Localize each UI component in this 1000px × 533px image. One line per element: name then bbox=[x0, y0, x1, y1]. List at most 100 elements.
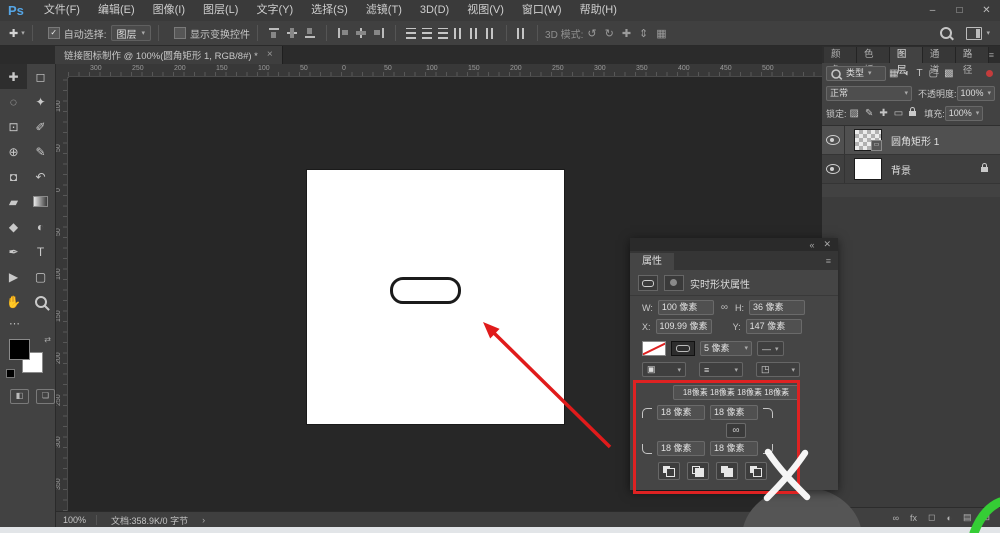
filter-pixel-layers-icon[interactable]: ▦ bbox=[889, 68, 898, 79]
auto-select-checkbox[interactable]: ✓ bbox=[48, 27, 60, 39]
move-tool-preset-icon[interactable]: ✚ bbox=[9, 27, 18, 40]
layer-mask-icon[interactable]: ◻ bbox=[928, 512, 935, 523]
zoom-level[interactable]: 100% bbox=[55, 515, 97, 525]
collapse-panel-icon[interactable]: « bbox=[809, 240, 814, 250]
layer-thumbnail[interactable] bbox=[854, 158, 882, 180]
crop-tool[interactable]: ⊡ bbox=[0, 114, 27, 139]
lock-position-icon[interactable]: ✚ bbox=[879, 108, 887, 119]
align-vertical-center-icon[interactable] bbox=[286, 27, 298, 39]
link-radius-icon[interactable]: ∞ bbox=[726, 423, 745, 438]
menu-image[interactable]: 图像(I) bbox=[144, 0, 194, 21]
blur-tool[interactable]: ◆ bbox=[0, 214, 27, 239]
menu-filter[interactable]: 滤镜(T) bbox=[357, 0, 411, 21]
magic-wand-tool[interactable]: ✦ bbox=[27, 89, 54, 114]
layer-name[interactable]: 圆角矩形 1 bbox=[891, 133, 939, 148]
foreground-color-swatch[interactable] bbox=[9, 339, 30, 360]
fill-color-swatch[interactable] bbox=[642, 341, 666, 356]
marquee-tool[interactable]: ◻ bbox=[27, 64, 54, 89]
tab-channels[interactable]: 通道 bbox=[923, 47, 956, 63]
menu-window[interactable]: 窗口(W) bbox=[513, 0, 571, 21]
exclude-shapes-button[interactable] bbox=[745, 462, 767, 480]
fill-field[interactable]: 100% ▾ bbox=[945, 106, 983, 121]
menu-view[interactable]: 视图(V) bbox=[458, 0, 513, 21]
new-layer-icon[interactable]: ⊞ bbox=[982, 512, 990, 523]
mask-properties-icon[interactable] bbox=[664, 275, 684, 291]
align-horizontal-center-icon[interactable] bbox=[355, 27, 367, 39]
eraser-tool[interactable]: ▰ bbox=[0, 189, 27, 214]
align-bottom-icon[interactable] bbox=[304, 27, 316, 39]
opacity-field[interactable]: 100% ▾ bbox=[957, 86, 995, 101]
restore-button[interactable]: □ bbox=[946, 0, 973, 21]
layer-row-background[interactable]: 背景 bbox=[822, 155, 1000, 184]
stroke-align-dropdown[interactable]: ▣ ▾ bbox=[642, 362, 686, 377]
align-right-icon[interactable] bbox=[373, 27, 385, 39]
tab-swatches[interactable]: 色板 bbox=[857, 47, 890, 63]
link-layers-icon[interactable]: ∞ bbox=[893, 513, 899, 523]
edit-toolbar-ellipsis[interactable]: ⋯ bbox=[0, 314, 55, 331]
filter-toggle-icon[interactable] bbox=[986, 70, 993, 77]
radius-bottom-right-field[interactable]: 18 像素 bbox=[710, 441, 758, 456]
panel-menu-icon[interactable]: ≡ bbox=[989, 47, 994, 63]
lasso-tool[interactable]: ◌ bbox=[0, 89, 27, 114]
minimize-button[interactable]: – bbox=[919, 0, 946, 21]
3d-drag-icon[interactable]: ✚ bbox=[622, 27, 631, 40]
menu-layer[interactable]: 图层(L) bbox=[194, 0, 247, 21]
brush-tool[interactable]: ✎ bbox=[27, 139, 54, 164]
distribute-right-icon[interactable] bbox=[486, 28, 496, 39]
new-group-icon[interactable]: ▤ bbox=[963, 512, 972, 523]
combine-shapes-button[interactable] bbox=[658, 462, 680, 480]
height-field[interactable]: 36 像素 bbox=[749, 300, 805, 315]
filter-smart-objects-icon[interactable]: ▩ bbox=[944, 68, 953, 79]
3d-scale-icon[interactable]: ▦ bbox=[656, 27, 666, 40]
visibility-toggle[interactable] bbox=[822, 126, 845, 154]
menu-3d[interactable]: 3D(D) bbox=[411, 0, 458, 21]
layer-thumbnail[interactable]: ▭ bbox=[854, 129, 882, 151]
shape-tool[interactable]: ▢ bbox=[27, 264, 54, 289]
filter-type-layers-icon[interactable]: T bbox=[917, 68, 923, 79]
stroke-width-field[interactable]: 5 像素 ▾ bbox=[700, 341, 752, 356]
adjustment-layer-icon[interactable]: ◐ bbox=[947, 513, 952, 523]
tab-color[interactable]: 颜色 bbox=[824, 47, 857, 63]
stroke-type-dropdown[interactable]: — ▾ bbox=[757, 341, 784, 356]
3d-slide-icon[interactable]: ⇕ bbox=[639, 27, 648, 40]
3d-rotate-icon[interactable]: ↺ bbox=[587, 27, 596, 40]
show-transform-checkbox[interactable] bbox=[174, 27, 186, 39]
lock-artboard-icon[interactable]: ▭ bbox=[894, 108, 903, 119]
workspace-icon[interactable] bbox=[966, 27, 982, 40]
screen-mode-button[interactable]: ❏ bbox=[36, 389, 55, 404]
zoom-tool[interactable] bbox=[27, 289, 54, 314]
x-field[interactable]: 109.99 像素 bbox=[656, 319, 712, 334]
layer-style-icon[interactable]: fx bbox=[910, 513, 917, 523]
blend-mode-dropdown[interactable]: 正常 ▾ bbox=[826, 86, 912, 101]
3d-roll-icon[interactable]: ↻ bbox=[605, 27, 614, 40]
filter-shape-layers-icon[interactable]: ▢ bbox=[929, 68, 938, 79]
align-top-icon[interactable] bbox=[268, 27, 280, 39]
lock-paint-icon[interactable]: ✎ bbox=[865, 108, 873, 119]
menu-type[interactable]: 文字(Y) bbox=[247, 0, 302, 21]
stroke-cap-dropdown[interactable]: ≡ ▾ bbox=[699, 362, 743, 377]
pen-tool[interactable]: ✒ bbox=[0, 239, 27, 264]
healing-brush-tool[interactable]: ⊕ bbox=[0, 139, 27, 164]
tab-close-icon[interactable]: × bbox=[267, 49, 273, 60]
stroke-corner-dropdown[interactable]: ◳ ▾ bbox=[756, 362, 800, 377]
lock-all-icon[interactable] bbox=[909, 111, 916, 116]
filter-type-dropdown[interactable]: 类型 ▾ bbox=[826, 66, 886, 81]
menu-edit[interactable]: 编辑(E) bbox=[89, 0, 144, 21]
radius-top-right-field[interactable]: 18 像素 bbox=[710, 405, 758, 420]
filter-adjustment-layers-icon[interactable]: ◐ bbox=[904, 68, 910, 79]
ruler-origin-box[interactable] bbox=[55, 64, 69, 78]
layer-row-rounded-rectangle[interactable]: ▭ 圆角矩形 1 bbox=[822, 126, 1000, 155]
auto-select-dropdown[interactable]: 图层 ▾ bbox=[111, 25, 152, 41]
y-field[interactable]: 147 像素 bbox=[746, 319, 802, 334]
close-panel-icon[interactable]: ✕ bbox=[823, 239, 831, 250]
close-button[interactable]: ✕ bbox=[973, 0, 1000, 21]
distribute-left-icon[interactable] bbox=[454, 28, 464, 39]
swap-colors-icon[interactable]: ⇄ bbox=[44, 335, 51, 344]
default-colors-icon[interactable] bbox=[6, 369, 15, 378]
dodge-tool[interactable]: ◐ bbox=[27, 214, 54, 239]
menu-file[interactable]: 文件(F) bbox=[35, 0, 89, 21]
distribute-spacing-icon[interactable] bbox=[517, 28, 527, 39]
distribute-bottom-icon[interactable] bbox=[438, 28, 448, 39]
rounded-rectangle-shape[interactable] bbox=[390, 277, 461, 304]
visibility-toggle[interactable] bbox=[822, 155, 845, 183]
